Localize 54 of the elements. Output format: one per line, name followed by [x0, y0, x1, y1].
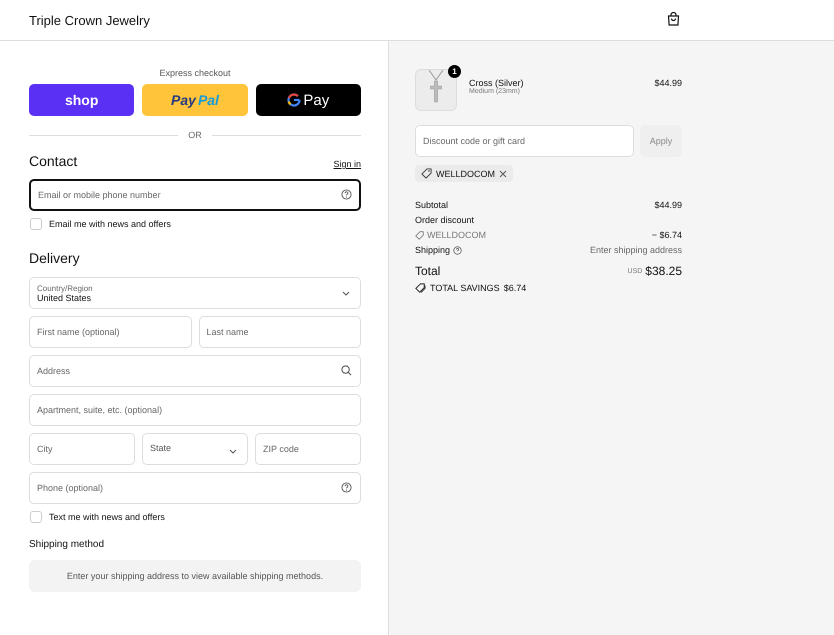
- contact-heading: Contact: [29, 153, 78, 169]
- checkbox[interactable]: [30, 511, 42, 523]
- help-icon[interactable]: [341, 189, 352, 200]
- discount-code: WELLDOCOM: [436, 168, 496, 178]
- name-field[interactable]: First name (optional): [29, 316, 192, 348]
- cross-pendant-drawing: [426, 70, 446, 104]
- chevron-down-icon: [342, 290, 350, 296]
- zip-field[interactable]: ZIP code: [255, 433, 361, 465]
- close-icon[interactable]: [499, 170, 508, 178]
- subtotal-value: $44.99: [654, 200, 682, 210]
- tags-icon: [415, 283, 426, 293]
- total-label: Total: [415, 264, 440, 278]
- shipping-method-heading: Shipping method: [29, 539, 106, 550]
- discount-code: WELLDOCOM: [427, 230, 486, 240]
- shopping-bag-icon[interactable]: [667, 12, 680, 26]
- tag-icon: [421, 168, 432, 179]
- shipping-notice: Enter your shipping address to view available shipping methods.: [29, 560, 361, 592]
- city-field[interactable]: City: [29, 433, 135, 465]
- tag-icon: [415, 230, 424, 240]
- express-pay-button[interactable]: Pay: [256, 84, 361, 116]
- phone-field[interactable]: Phone (optional): [29, 472, 361, 504]
- express-pay-button[interactable]: PayPal: [142, 84, 248, 116]
- help-icon[interactable]: [341, 482, 352, 493]
- store-name[interactable]: Triple Crown Jewelry: [29, 12, 150, 28]
- discount-field[interactable]: Discount code or gift card: [415, 125, 634, 157]
- express-checkout-label: Express checkout: [159, 68, 231, 78]
- chevron-down-icon: [229, 449, 237, 454]
- checkbox[interactable]: [30, 218, 42, 230]
- email-field[interactable]: Email or mobile phone number: [29, 179, 361, 211]
- state-select[interactable]: State: [142, 433, 248, 465]
- shipping-label: Shipping: [415, 245, 450, 255]
- help-icon[interactable]: [453, 246, 462, 254]
- checkbox-label: Text me with news and offers: [49, 512, 165, 522]
- total-value: $38.25: [645, 264, 682, 278]
- sign-in-link[interactable]: Sign in: [333, 159, 361, 169]
- express-pay-button[interactable]: shop: [29, 84, 134, 116]
- address-field[interactable]: Address: [29, 355, 361, 387]
- savings-value: $6.74: [504, 283, 526, 293]
- name-field[interactable]: Last name: [198, 316, 361, 348]
- discount-amount: − $6.74: [652, 230, 682, 240]
- quantity-badge: 1: [448, 65, 461, 78]
- search-icon: [341, 365, 352, 376]
- savings-label: TOTAL SAVINGS: [430, 283, 500, 293]
- country-select[interactable]: Country/Region United States: [29, 277, 361, 309]
- apartment-field[interactable]: Apartment, suite, etc. (optional): [29, 394, 361, 426]
- shipping-value: Enter shipping address: [590, 245, 682, 255]
- order-discount-label: Order discount: [415, 215, 474, 225]
- product-name: Cross (Silver): [469, 78, 525, 88]
- g-logo-icon: [287, 93, 302, 107]
- product-price: $44.99: [654, 78, 682, 88]
- or-separator: OR: [188, 130, 202, 140]
- delivery-heading: Delivery: [29, 250, 81, 266]
- checkbox-label: Email me with news and offers: [49, 219, 171, 229]
- subtotal-label: Subtotal: [415, 200, 448, 210]
